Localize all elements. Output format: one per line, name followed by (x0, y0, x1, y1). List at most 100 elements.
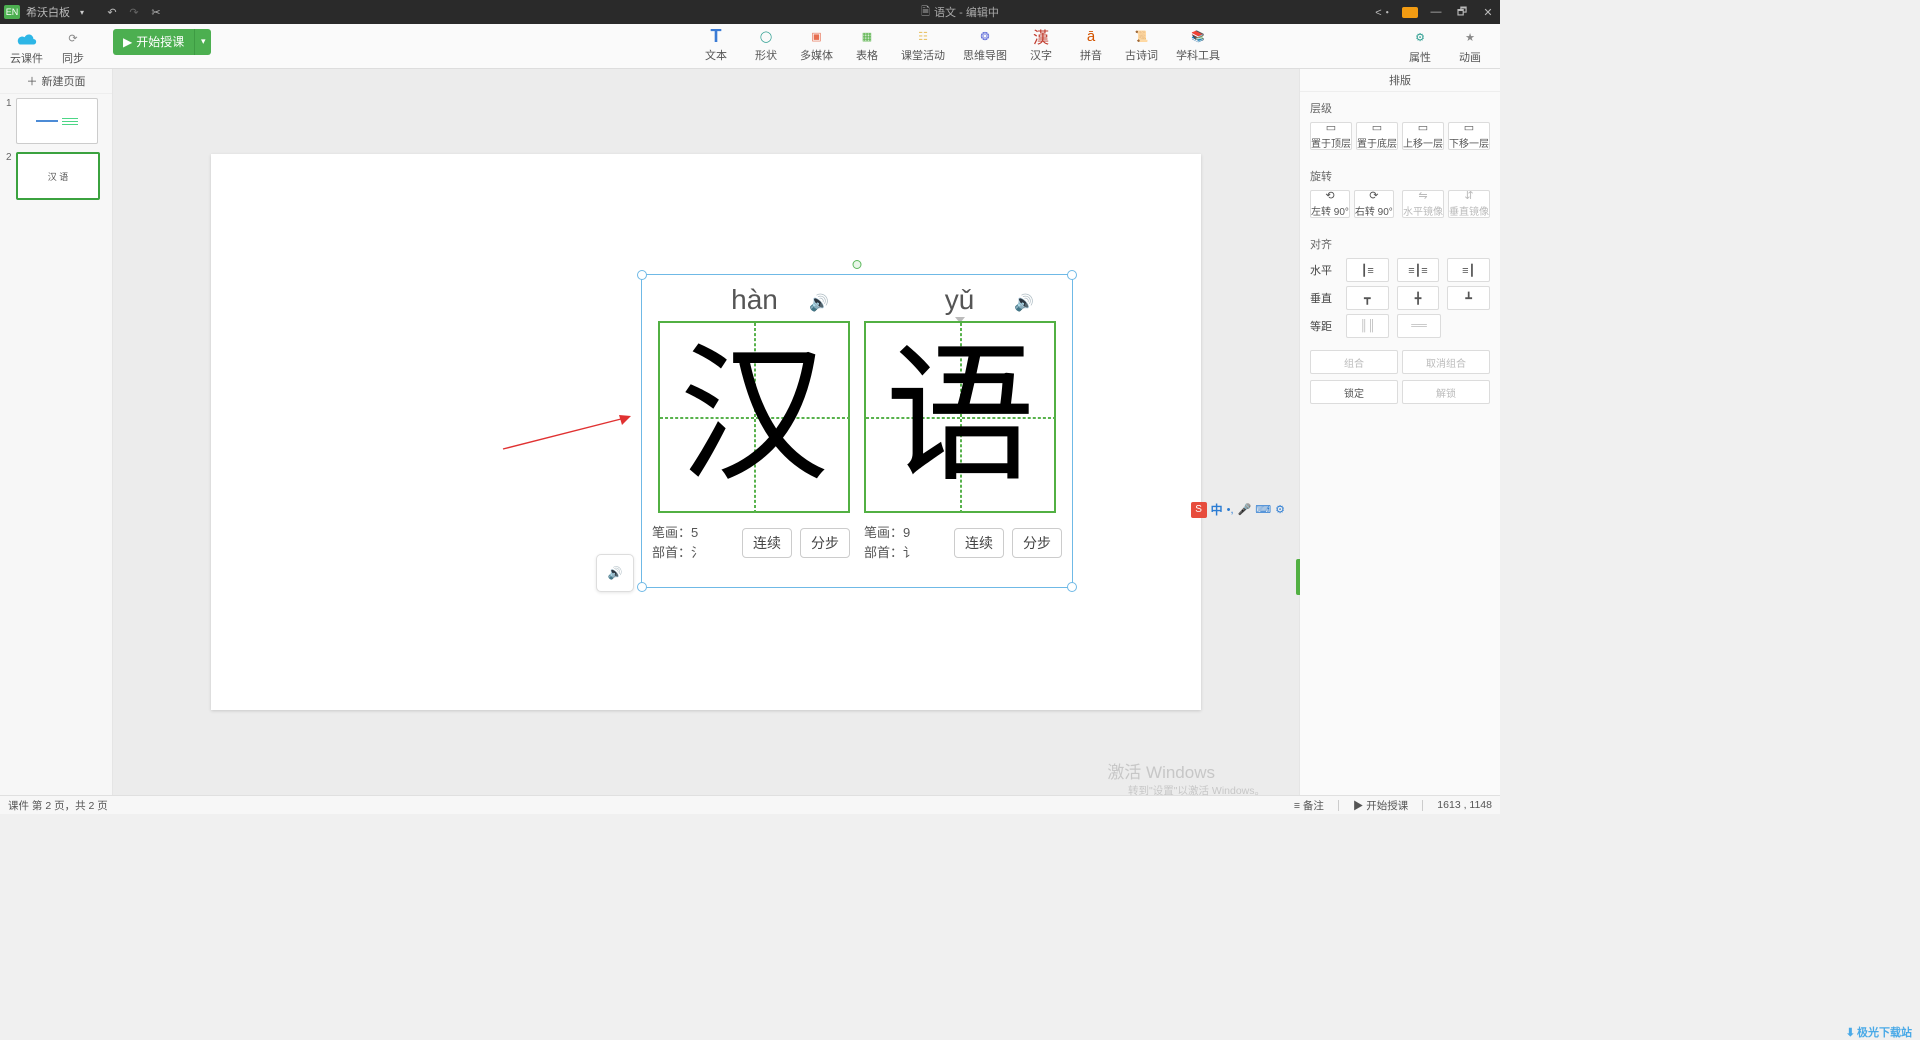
resize-handle-se[interactable] (1067, 582, 1077, 592)
speaker-icon[interactable]: 🔊 (1014, 293, 1034, 313)
coords-readout: 1613 , 1148 (1437, 799, 1492, 811)
tool-activity[interactable]: ☷课堂活动 (901, 26, 945, 63)
speaker-icon[interactable]: 🔊 (809, 293, 829, 313)
share-icon[interactable]: <・ (1376, 4, 1392, 20)
align-vcenter-button[interactable]: ╋ (1397, 286, 1440, 310)
lbl: 取消组合 (1426, 355, 1466, 370)
main-toolbar: 云课件 ⟳ 同步 ▶开始授课 ▾ T文本 ◯形状 ▣多媒体 ▦表格 ☷课堂活动 … (0, 24, 1500, 69)
distribute-v-button[interactable]: ══ (1397, 314, 1440, 338)
continuous-button-1[interactable]: 连续 (742, 528, 792, 558)
tool-pinyin[interactable]: ā拼音 (1075, 26, 1107, 63)
lbl: 锁定 (1344, 385, 1364, 400)
char-2: 语 (885, 342, 1035, 492)
distribute-h-button[interactable]: ║║ (1346, 314, 1389, 338)
media-icon: ▣ (806, 26, 828, 46)
ime-toolbar[interactable]: S 中 •, 🎤 ⌨ ⚙ (1189, 499, 1287, 520)
sync-button[interactable]: ⟳ 同步 (57, 29, 89, 66)
slide-preview: 汉 语 (16, 152, 100, 200)
props-subtab-layout[interactable]: 排版 (1300, 69, 1500, 92)
tool-poem[interactable]: 📜古诗词 (1125, 26, 1158, 63)
tool-mindmap[interactable]: ❂思维导图 (963, 26, 1007, 63)
continuous-button-2[interactable]: 连续 (954, 528, 1004, 558)
selection-box[interactable]: hàn 🔊 yǔ 🔊 汉 (641, 274, 1073, 588)
cloud-courseware-button[interactable]: 云课件 (10, 29, 43, 66)
poem-icon: 📜 (1131, 26, 1153, 46)
start-class-dropdown[interactable]: ▾ (194, 29, 211, 55)
start-class-button[interactable]: ▶开始授课 ▾ (113, 29, 211, 55)
lock-button[interactable]: 锁定 (1310, 380, 1398, 404)
cut-icon[interactable]: ✂ (148, 4, 164, 20)
shape-label: 形状 (755, 47, 777, 63)
rotate-handle-icon[interactable] (853, 260, 862, 269)
start-class-status-button[interactable]: ▶ 开始授课 (1353, 798, 1408, 813)
section-rotate-title: 旋转 (1310, 168, 1490, 184)
maximize-icon[interactable]: 🗗 (1454, 4, 1470, 20)
slide-thumb-2[interactable]: 2 汉 语 (0, 148, 112, 204)
resize-handle-sw[interactable] (637, 582, 647, 592)
ime-settings-icon[interactable]: ⚙ (1275, 503, 1285, 516)
properties-panel: 排版 层级 ▭置于顶层 ▭置于底层 ▭上移一层 ▭下移一层 旋转 ⟲左转 90°… (1299, 69, 1500, 795)
ungroup-button[interactable]: 取消组合 (1402, 350, 1490, 374)
strokes-label: 笔画： (652, 525, 691, 540)
tool-shape[interactable]: ◯形状 (750, 26, 782, 63)
resize-handle-nw[interactable] (637, 270, 647, 280)
properties-tab[interactable]: ⚙属性 (1404, 28, 1436, 65)
notes-button[interactable]: ≡ 备注 (1294, 798, 1324, 813)
ime-keyboard-icon[interactable]: ⌨ (1255, 503, 1271, 516)
step-button-2[interactable]: 分步 (1012, 528, 1062, 558)
start-label: 开始授课 (1366, 800, 1408, 812)
tool-media[interactable]: ▣多媒体 (800, 26, 833, 63)
info-cell-2: 笔画：9 部首：讠 连续 分步 (864, 523, 1062, 562)
lbl: 水平镜像 (1403, 203, 1443, 218)
app-menu-caret-icon[interactable]: ▾ (80, 8, 84, 17)
mail-icon[interactable] (1402, 7, 1418, 18)
slide-thumb-1[interactable]: 1 (0, 94, 112, 148)
tool-text[interactable]: T文本 (700, 26, 732, 63)
flip-h-button[interactable]: ⇋水平镜像 (1402, 190, 1444, 218)
step-button-1[interactable]: 分步 (800, 528, 850, 558)
pinyin-cell-2: yǔ 🔊 (857, 279, 1062, 321)
rotate-right-button[interactable]: ⟳右转 90° (1354, 190, 1394, 218)
activity-label: 课堂活动 (901, 47, 945, 63)
pinyin-cell-1: hàn 🔊 (652, 279, 857, 321)
floating-speaker-button[interactable]: 🔊 (596, 554, 634, 592)
animation-tab[interactable]: ★动画 (1454, 28, 1486, 65)
align-top-button[interactable]: ┳ (1346, 286, 1389, 310)
rotate-left-button[interactable]: ⟲左转 90° (1310, 190, 1350, 218)
redo-icon[interactable]: ↷ (126, 4, 142, 20)
side-expand-handle[interactable] (1296, 559, 1300, 595)
notes-label: 备注 (1303, 800, 1324, 812)
ime-lang[interactable]: 中 (1211, 501, 1223, 518)
new-page-button[interactable]: ＋ 新建页面 (0, 69, 112, 94)
undo-icon[interactable]: ↶ (104, 4, 120, 20)
tool-table[interactable]: ▦表格 (851, 26, 883, 63)
ime-punct-icon[interactable]: •, (1227, 504, 1234, 516)
tool-hanzi[interactable]: 漢汉字 (1025, 26, 1057, 63)
layer-up-button[interactable]: ▭上移一层 (1402, 122, 1444, 150)
align-bottom-button[interactable]: ┻ (1447, 286, 1490, 310)
canvas-area[interactable]: hàn 🔊 yǔ 🔊 汉 (113, 69, 1299, 795)
poem-label: 古诗词 (1125, 47, 1158, 63)
tool-subject[interactable]: 📚学科工具 (1176, 26, 1220, 63)
unlock-button[interactable]: 解锁 (1402, 380, 1490, 404)
annotation-arrow-icon (501, 413, 633, 451)
flip-v-button[interactable]: ⇵垂直镜像 (1448, 190, 1490, 218)
send-back-icon: ▭ (1372, 123, 1382, 134)
subject-icon: 📚 (1187, 26, 1209, 46)
align-hcenter-button[interactable]: ≡┃≡ (1397, 258, 1440, 282)
layer-top-button[interactable]: ▭置于顶层 (1310, 122, 1352, 150)
group-button[interactable]: 组合 (1310, 350, 1398, 374)
char-grid-1[interactable]: 汉 (658, 321, 850, 513)
slide-page[interactable]: hàn 🔊 yǔ 🔊 汉 (211, 154, 1201, 710)
close-icon[interactable]: ✕ (1480, 4, 1496, 20)
resize-handle-ne[interactable] (1067, 270, 1077, 280)
layer-bottom-button[interactable]: ▭置于底层 (1356, 122, 1398, 150)
align-right-button[interactable]: ≡┃ (1447, 258, 1490, 282)
hanzi-label: 汉字 (1030, 47, 1052, 63)
align-left-button[interactable]: ┃≡ (1346, 258, 1389, 282)
char-grid-2[interactable]: 语 (864, 321, 1056, 513)
ime-mic-icon[interactable]: 🎤 (1238, 503, 1252, 516)
layer-down-button[interactable]: ▭下移一层 (1448, 122, 1490, 150)
lbl: 左转 90° (1311, 203, 1349, 218)
minimize-icon[interactable]: ― (1428, 4, 1444, 20)
